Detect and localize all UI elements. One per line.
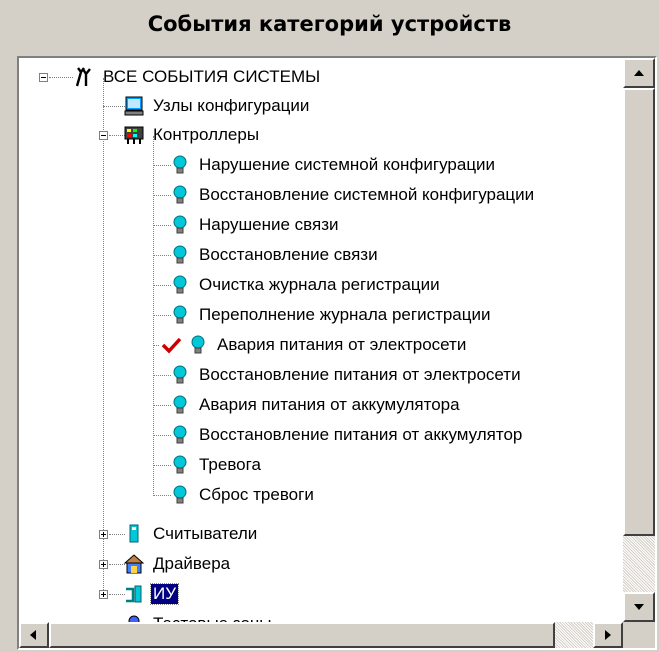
scroll-up-button[interactable] xyxy=(623,58,655,88)
tree-node-event[interactable]: Восстановление питания от электросети xyxy=(169,362,523,388)
zone-icon xyxy=(128,615,140,622)
bulb-icon xyxy=(173,395,187,414)
tree-node-event[interactable]: Восстановление связи xyxy=(169,242,380,268)
horizontal-scrollbar[interactable] xyxy=(19,622,623,648)
tree-node-event[interactable]: Авария питания от аккумулятора xyxy=(169,392,462,418)
tree-panel: ВСЕ СОБЫТИЯ СИСТЕМЫ Узлы конфигурации Ко… xyxy=(17,56,657,650)
tree-node-event[interactable]: Нарушение связи xyxy=(169,212,341,238)
tree-node-label: Нарушение системной конфигурации xyxy=(199,155,496,174)
driver-icon xyxy=(123,554,145,574)
bulb-icon xyxy=(173,185,187,204)
tree-node-actuators[interactable]: ИУ xyxy=(123,581,180,607)
tree-node-label: Восстановление системной конфигурации xyxy=(199,185,535,204)
arrow-down-icon xyxy=(634,604,644,610)
checkmark-icon[interactable] xyxy=(159,334,183,356)
tree-node-event[interactable]: Нарушение системной конфигурации xyxy=(169,152,497,178)
expand-toggle[interactable] xyxy=(99,590,108,599)
tree-node-controllers[interactable]: Контроллеры xyxy=(123,122,261,148)
tree-line xyxy=(103,106,125,107)
scroll-thumb-horizontal[interactable] xyxy=(49,622,555,648)
vertical-scrollbar[interactable] xyxy=(623,58,655,622)
tree-line xyxy=(153,136,154,496)
all-events-icon xyxy=(75,67,91,87)
scrollbar-corner xyxy=(623,622,655,648)
tree-node-event-checked[interactable]: Авария питания от электросети xyxy=(159,332,468,358)
tree-node-test-zones[interactable]: Тестовые зоны xyxy=(123,611,274,622)
scroll-down-button[interactable] xyxy=(623,592,655,622)
tree-node-label: Авария питания от аккумулятора xyxy=(199,395,460,414)
tree-node-event[interactable]: Восстановление питания от аккумулятор xyxy=(169,422,524,448)
arrow-left-icon xyxy=(30,630,36,640)
tree-node-label: Восстановление питания от аккумулятор xyxy=(199,425,523,444)
tree-node-label: Нарушение связи xyxy=(199,215,339,234)
bulb-icon xyxy=(173,245,187,264)
tree-node-label: Авария питания от электросети xyxy=(217,335,467,354)
tree-node-event[interactable]: Очистка журнала регистрации xyxy=(169,272,442,298)
bulb-icon xyxy=(191,335,205,354)
arrow-up-icon xyxy=(634,70,644,76)
tree-node-label: Тревога xyxy=(199,455,261,474)
tree-line xyxy=(49,77,73,78)
tree-node-event[interactable]: Переполнение журнала регистрации xyxy=(169,302,493,328)
actuator-icon xyxy=(126,585,142,603)
reader-icon xyxy=(129,524,139,543)
tree-node-label: Узлы конфигурации xyxy=(153,96,310,115)
tree-node-label: Восстановление питания от электросети xyxy=(199,365,521,384)
tree-node-event[interactable]: Тревога xyxy=(169,452,263,478)
bulb-icon xyxy=(173,305,187,324)
tree-node-root[interactable]: ВСЕ СОБЫТИЯ СИСТЕМЫ xyxy=(73,64,322,90)
tree-node-label: Восстановление связи xyxy=(199,245,378,264)
arrow-right-icon xyxy=(605,630,611,640)
expand-toggle[interactable] xyxy=(99,530,108,539)
tree-node-event[interactable]: Восстановление системной конфигурации xyxy=(169,182,536,208)
tree-node-label: ИУ xyxy=(149,583,180,605)
tree-node-drivers[interactable]: Драйвера xyxy=(123,551,232,577)
tree-node-label: Очистка журнала регистрации xyxy=(199,275,440,294)
bulb-icon xyxy=(173,275,187,294)
scroll-left-button[interactable] xyxy=(19,622,49,648)
collapse-toggle[interactable] xyxy=(99,131,108,140)
tree-line xyxy=(103,78,104,598)
page-title: События категорий устройств xyxy=(147,12,512,36)
event-tree[interactable]: ВСЕ СОБЫТИЯ СИСТЕМЫ Узлы конфигурации Ко… xyxy=(19,58,623,622)
tree-node-label: Сброс тревоги xyxy=(199,485,314,504)
bulb-icon xyxy=(173,455,187,474)
scroll-thumb[interactable] xyxy=(623,88,655,536)
tree-node-config-nodes[interactable]: Узлы конфигурации xyxy=(123,93,311,119)
controller-icon xyxy=(124,126,144,144)
tree-node-label: Драйвера xyxy=(153,554,231,573)
tree-node-label: ВСЕ СОБЫТИЯ СИСТЕМЫ xyxy=(103,67,321,86)
expand-toggle[interactable] xyxy=(99,560,108,569)
bulb-icon xyxy=(173,155,187,174)
tree-node-readers[interactable]: Считыватели xyxy=(123,521,259,547)
computer-icon xyxy=(124,96,144,116)
tree-node-label: Считыватели xyxy=(153,524,258,543)
bulb-icon xyxy=(173,215,187,234)
tree-node-event[interactable]: Сброс тревоги xyxy=(169,482,316,508)
bulb-icon xyxy=(173,425,187,444)
collapse-toggle[interactable] xyxy=(39,73,48,82)
bulb-icon xyxy=(173,485,187,504)
tree-node-label: Контроллеры xyxy=(153,125,260,144)
bulb-icon xyxy=(173,365,187,384)
scroll-right-button[interactable] xyxy=(593,622,623,648)
tree-node-label: Переполнение журнала регистрации xyxy=(199,305,491,324)
tree-node-label: Тестовые зоны xyxy=(151,614,274,622)
